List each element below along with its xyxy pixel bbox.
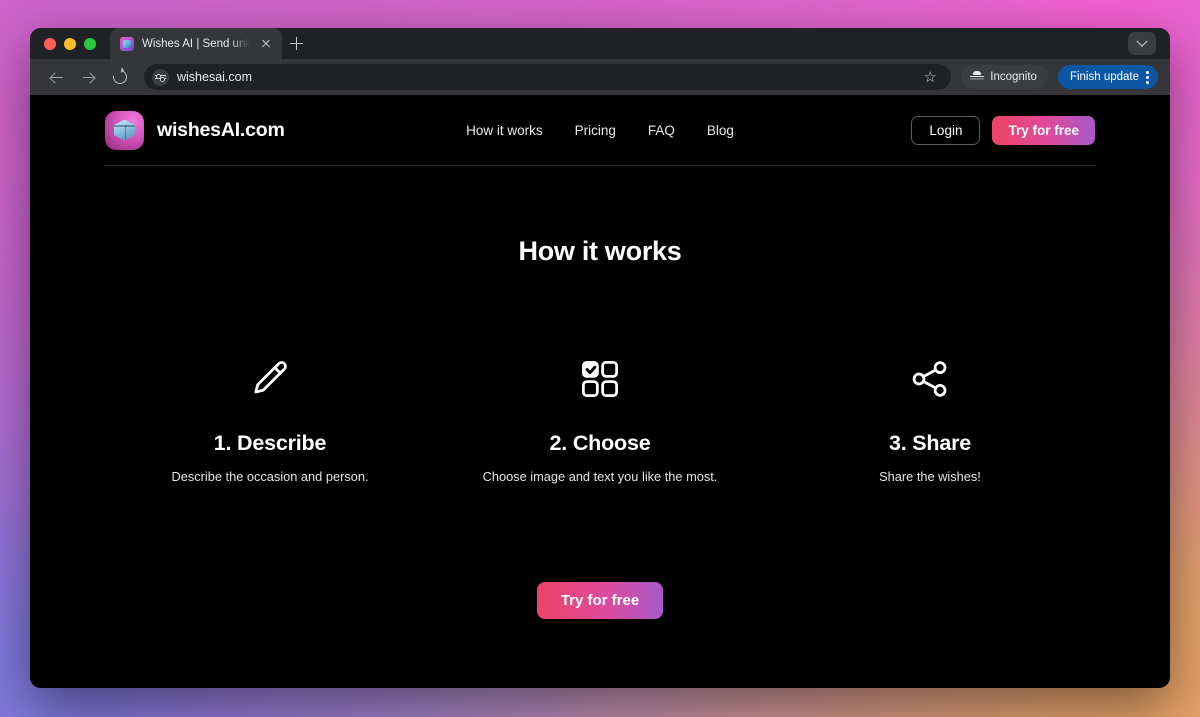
grid-check-icon: [579, 351, 621, 407]
back-button[interactable]: [42, 63, 70, 91]
finish-update-label: Finish update: [1069, 71, 1139, 83]
tune-icon[interactable]: [152, 68, 169, 86]
step-share: 3. Share Share the wishes!: [765, 351, 1095, 484]
site-nav: How it works Pricing FAQ Blog: [466, 123, 734, 138]
reload-icon: [110, 67, 130, 87]
step-choose: 2. Choose Choose image and text you like…: [435, 351, 765, 484]
try-for-free-button-bottom[interactable]: Try for free: [536, 582, 664, 619]
step-title: 1. Describe: [213, 431, 327, 455]
star-icon[interactable]: ☆: [919, 66, 941, 88]
page-title: How it works: [518, 236, 682, 266]
close-icon[interactable]: [258, 36, 274, 52]
finish-update-button[interactable]: Finish update: [1057, 65, 1158, 89]
incognito-icon: [970, 70, 985, 84]
wishes-ai-favicon-icon: [120, 36, 134, 51]
login-button[interactable]: Login: [911, 115, 981, 145]
kebab-menu-icon[interactable]: [1146, 70, 1150, 84]
minimize-window-button[interactable]: [64, 37, 76, 50]
incognito-label: Incognito: [990, 71, 1037, 83]
close-window-button[interactable]: [44, 37, 56, 50]
page-viewport: wishesAI.com How it works Pricing FAQ Bl…: [30, 95, 1170, 688]
try-for-free-button-header[interactable]: Try for free: [992, 115, 1095, 145]
reload-button[interactable]: [106, 63, 134, 91]
site-header: wishesAI.com How it works Pricing FAQ Bl…: [105, 95, 1095, 166]
tab-title: Wishes AI | Send unique wish: [142, 37, 250, 50]
step-title: 3. Share: [888, 431, 972, 455]
incognito-indicator[interactable]: Incognito: [961, 65, 1048, 89]
nav-item-blog[interactable]: Blog: [707, 123, 734, 138]
step-desc: Describe the occasion and person.: [171, 469, 369, 484]
step-desc: Share the wishes!: [879, 469, 981, 484]
step-title: 2. Choose: [549, 431, 651, 455]
window-traffic-lights: [42, 28, 110, 59]
arrow-right-icon: [82, 71, 95, 84]
gift-cube-logo-icon: [105, 110, 144, 150]
steps-section: 1. Describe Describe the occasion and pe…: [105, 351, 1095, 484]
brand-logo-link[interactable]: wishesAI.com: [105, 110, 285, 150]
browser-toolbar: wishesai.com ☆ Incognito Finish update: [30, 59, 1170, 95]
nav-item-how-it-works[interactable]: How it works: [466, 123, 543, 138]
step-describe: 1. Describe Describe the occasion and pe…: [105, 351, 435, 484]
nav-item-pricing[interactable]: Pricing: [575, 123, 616, 138]
url-text: wishesai.com: [177, 70, 253, 84]
bottom-cta-wrap: Try for free: [30, 582, 1170, 619]
header-actions: Login Try for free: [911, 115, 1095, 145]
browser-tab[interactable]: Wishes AI | Send unique wish: [110, 28, 282, 59]
pencil-icon: [248, 351, 292, 407]
new-tab-button[interactable]: [282, 28, 310, 59]
forward-button[interactable]: [74, 63, 102, 91]
address-bar[interactable]: wishesai.com ☆: [144, 64, 952, 90]
maximize-window-button[interactable]: [84, 37, 96, 50]
brand-name: wishesAI.com: [157, 118, 285, 141]
nav-item-faq[interactable]: FAQ: [648, 123, 675, 138]
share-icon: [908, 351, 952, 407]
browser-window: Wishes AI | Send unique wish wishesai.co…: [30, 28, 1170, 688]
arrow-left-icon: [50, 71, 63, 84]
tab-strip: Wishes AI | Send unique wish: [30, 28, 1170, 59]
step-desc: Choose image and text you like the most.: [482, 469, 718, 484]
chevron-down-icon: [1136, 35, 1148, 47]
tab-list-button[interactable]: [1128, 32, 1156, 55]
plus-icon: [289, 37, 303, 50]
